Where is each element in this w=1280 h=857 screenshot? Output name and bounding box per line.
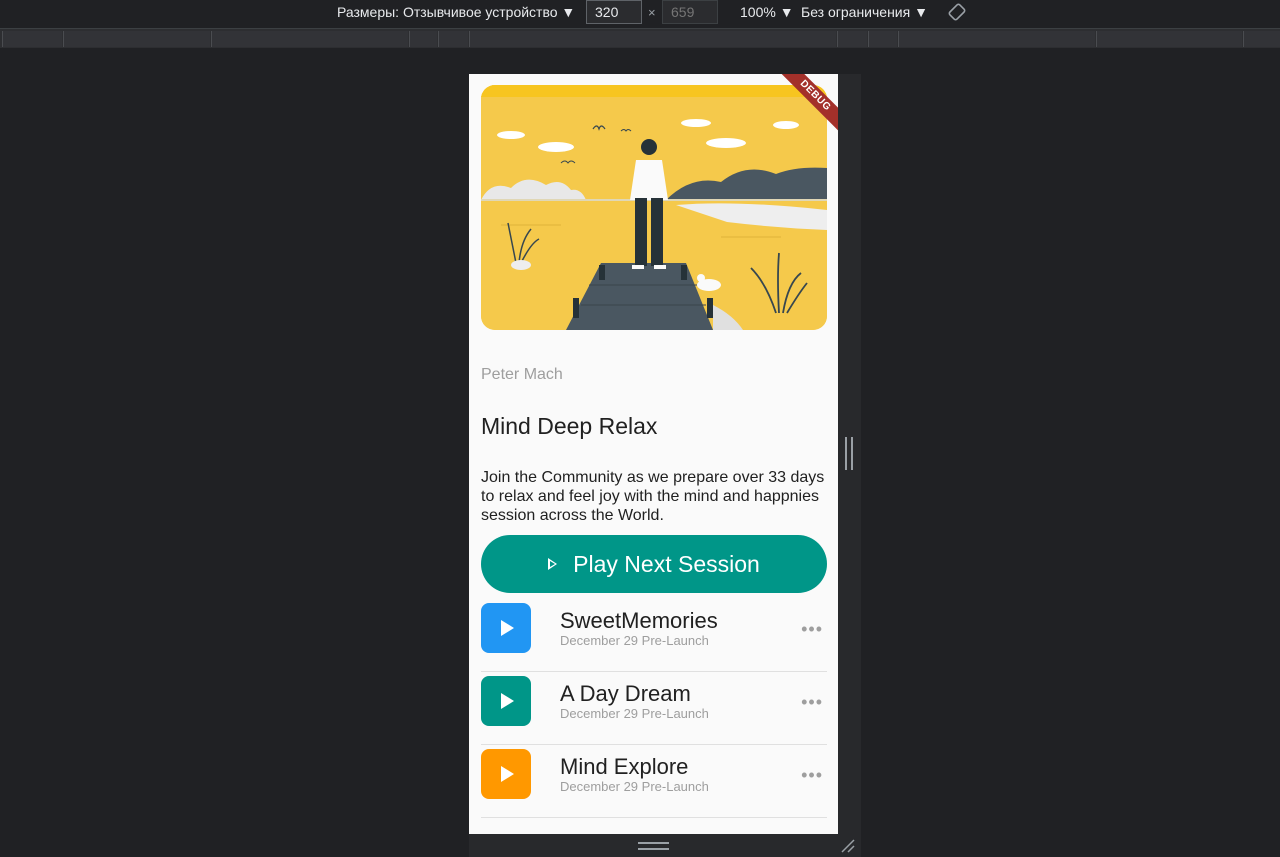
track-subtitle: December 29 Pre-Launch	[560, 633, 709, 648]
track-subtitle: December 29 Pre-Launch	[560, 706, 709, 721]
play-button-label: Play Next Session	[573, 550, 760, 577]
resize-handle-right[interactable]	[845, 437, 853, 470]
track-title: SweetMemories	[560, 608, 718, 633]
track-item[interactable]: SweetMemories December 29 Pre-Launch •••	[481, 599, 827, 672]
ruler-segment[interactable]	[898, 31, 1095, 47]
more-icon[interactable]: •••	[801, 765, 823, 786]
height-input[interactable]	[662, 0, 718, 24]
times-separator: ×	[648, 5, 656, 20]
play-icon[interactable]	[481, 749, 531, 799]
page-title: Mind Deep Relax	[481, 413, 658, 439]
ruler-segment[interactable]	[837, 31, 867, 47]
more-icon[interactable]: •••	[801, 692, 823, 713]
devtools-toolbar: Размеры: Отзывчивое устройство ▼ × 100% …	[0, 0, 1280, 26]
play-outline-icon	[548, 558, 558, 570]
ruler-segment[interactable]	[211, 31, 408, 47]
description-text: Join the Community as we prepare over 33…	[481, 469, 825, 524]
resize-handle-bottom[interactable]	[638, 842, 669, 850]
author-name: Peter Mach	[481, 366, 563, 383]
ruler-segment[interactable]	[1096, 31, 1242, 47]
play-icon[interactable]	[481, 603, 531, 653]
ruler-segment[interactable]	[1243, 31, 1280, 47]
dimensions-dropdown[interactable]: Размеры: Отзывчивое устройство ▼	[337, 4, 575, 20]
resize-handle-corner[interactable]	[840, 838, 856, 854]
rotate-icon[interactable]	[948, 3, 966, 21]
play-next-session-button[interactable]: Play Next Session	[481, 535, 827, 593]
ruler-segment[interactable]	[868, 31, 897, 47]
ruler-segment[interactable]	[2, 31, 62, 47]
ruler-segment[interactable]	[438, 31, 468, 47]
zoom-dropdown[interactable]: 100% ▼	[740, 4, 794, 20]
track-title: A Day Dream	[560, 681, 691, 706]
track-item[interactable]: Mind Explore December 29 Pre-Launch •••	[481, 745, 827, 818]
ruler-segment[interactable]	[63, 31, 210, 47]
play-icon[interactable]	[481, 676, 531, 726]
track-item[interactable]: A Day Dream December 29 Pre-Launch •••	[481, 672, 827, 745]
more-icon[interactable]: •••	[801, 619, 823, 640]
track-subtitle: December 29 Pre-Launch	[560, 779, 709, 794]
ruler-segment[interactable]	[409, 31, 437, 47]
ruler-segment[interactable]	[469, 31, 836, 47]
lake-illustration	[481, 85, 827, 330]
throttle-dropdown[interactable]: Без ограничения ▼	[801, 4, 928, 20]
hero-illustration	[481, 85, 827, 330]
track-title: Mind Explore	[560, 754, 689, 779]
device-viewport: DEBUG Peter Mach Mind Deep Relax Join th…	[469, 74, 838, 834]
media-query-ruler	[0, 28, 1280, 48]
width-input[interactable]	[586, 0, 642, 24]
